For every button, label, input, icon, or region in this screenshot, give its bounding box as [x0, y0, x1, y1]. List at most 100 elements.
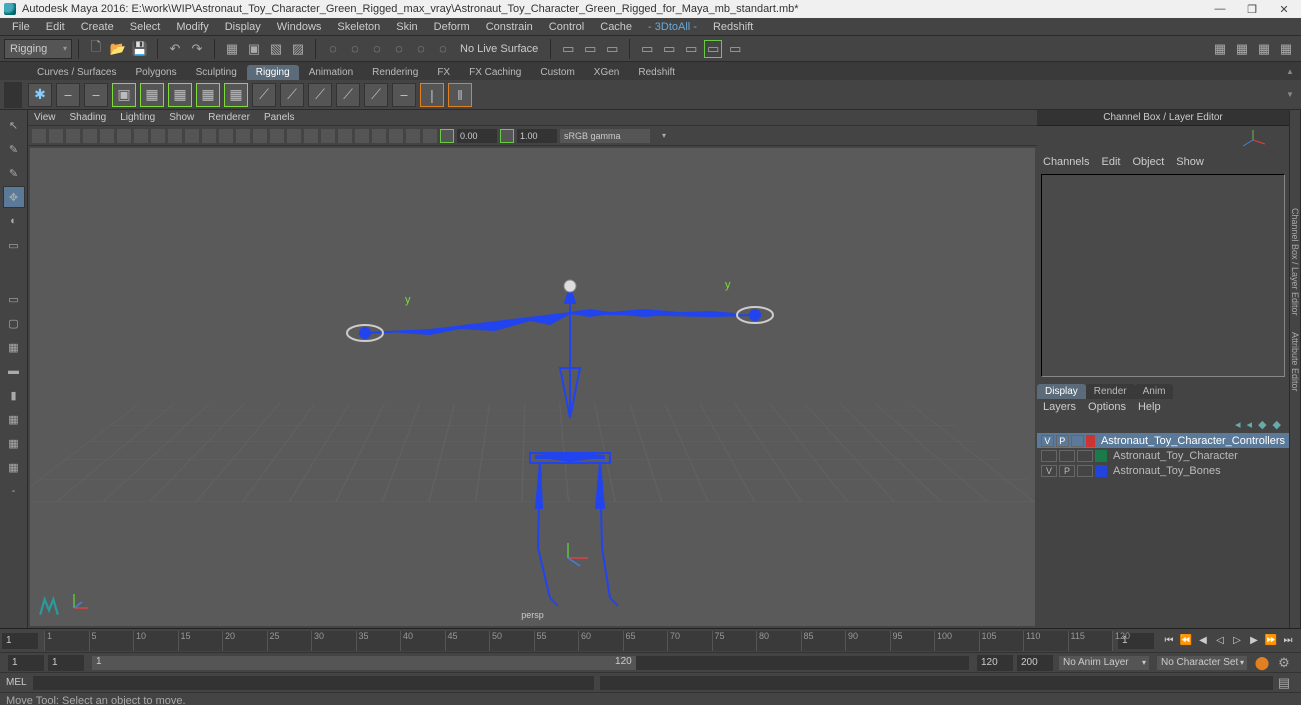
le-menu-layers[interactable]: Layers: [1043, 401, 1076, 413]
vp-isolate-icon[interactable]: [321, 129, 335, 143]
layer-visible-toggle[interactable]: V: [1041, 465, 1057, 477]
save-scene-icon[interactable]: 💾: [131, 40, 149, 58]
range-handle[interactable]: 1 120: [92, 656, 636, 670]
time-slider[interactable]: 1 15101520253035404550556065707580859095…: [0, 628, 1301, 652]
layer-type-toggle[interactable]: [1071, 435, 1084, 447]
shelf-joint-tool-icon[interactable]: ✱: [28, 83, 52, 107]
layer-tab-display[interactable]: Display: [1037, 384, 1086, 399]
rotate-tool-icon[interactable]: ◐: [3, 210, 25, 232]
layout-three-icon[interactable]: ▦: [3, 408, 25, 430]
shelf-create-ik-icon[interactable]: ▣: [112, 83, 136, 107]
workspace-selector[interactable]: Rigging: [4, 39, 72, 59]
shelf-tab-animation[interactable]: Animation: [300, 65, 362, 80]
open-scene-icon[interactable]: 📂: [109, 40, 127, 58]
go-end-icon[interactable]: ⏭: [1281, 634, 1295, 648]
layer-color-swatch[interactable]: [1095, 450, 1107, 462]
select-tool-icon[interactable]: ↖: [3, 114, 25, 136]
step-fwd-key-icon[interactable]: ⏩: [1264, 634, 1278, 648]
character-set-select[interactable]: No Character Set: [1157, 656, 1247, 670]
layout-single-icon[interactable]: ▢: [3, 312, 25, 334]
close-button[interactable]: ✕: [1277, 3, 1291, 16]
shelf-rigid-bind-icon[interactable]: ⟋: [280, 83, 304, 107]
vp-bookmark-icon[interactable]: [49, 129, 63, 143]
le-menu-help[interactable]: Help: [1138, 401, 1161, 413]
light-editor-icon[interactable]: ▭: [726, 40, 744, 58]
last-tool-icon[interactable]: ▭: [3, 288, 25, 310]
layout-persp-icon[interactable]: ▦: [3, 456, 25, 478]
shelf-cluster-icon[interactable]: ▦: [168, 83, 192, 107]
layout-two-v-icon[interactable]: ▮: [3, 384, 25, 406]
character-rig[interactable]: y y: [310, 268, 830, 626]
panel-layout4-icon[interactable]: ▦: [1277, 40, 1295, 58]
shelf-tab-curves[interactable]: Curves / Surfaces: [28, 65, 125, 80]
vp-safe-action-icon[interactable]: [202, 129, 216, 143]
vp-color-mgmt-select[interactable]: sRGB gamma: [560, 129, 650, 143]
redo-icon[interactable]: ↷: [188, 40, 206, 58]
lasso-tool-icon[interactable]: ✎: [3, 138, 25, 160]
layer-move-down-icon[interactable]: ◂: [1247, 418, 1253, 431]
layer-row[interactable]: V P Astronaut_Toy_Bones: [1037, 463, 1289, 478]
cmd-language-label[interactable]: MEL: [6, 677, 33, 688]
snap-toggle-icon[interactable]: ◌: [434, 40, 452, 58]
vp-field-chart-icon[interactable]: [185, 129, 199, 143]
play-fwd-icon[interactable]: ▷: [1230, 634, 1244, 648]
vp-menu-panels[interactable]: Panels: [264, 112, 295, 123]
layer-type-toggle[interactable]: [1077, 450, 1093, 462]
menu-edit[interactable]: Edit: [38, 21, 73, 33]
range-slider[interactable]: 1 120: [92, 656, 969, 670]
layer-playback-toggle[interactable]: P: [1059, 465, 1075, 477]
panel-layout1-icon[interactable]: ▦: [1211, 40, 1229, 58]
vp-gate-mask-icon[interactable]: [168, 129, 182, 143]
snap-plane-icon[interactable]: ◌: [390, 40, 408, 58]
select-hierarchy-icon[interactable]: ▦: [223, 40, 241, 58]
play-back-icon[interactable]: ◁: [1213, 634, 1227, 648]
layout-four-icon[interactable]: ▦: [3, 336, 25, 358]
hypershade-icon[interactable]: ▭: [682, 40, 700, 58]
channel-box-content[interactable]: [1041, 174, 1285, 377]
shelf-scroll-up-icon[interactable]: ▲: [1281, 62, 1299, 80]
step-back-icon[interactable]: ◀: [1196, 634, 1210, 648]
shelf-smooth-bind-icon[interactable]: ⟋: [252, 83, 276, 107]
shelf-tab-custom[interactable]: Custom: [531, 65, 583, 80]
menu-constrain[interactable]: Constrain: [478, 21, 541, 33]
layer-row[interactable]: Astronaut_Toy_Character: [1037, 448, 1289, 463]
layout-custom-icon[interactable]: -: [3, 480, 25, 502]
menu-display[interactable]: Display: [217, 21, 269, 33]
menu-redshift[interactable]: Redshift: [705, 21, 761, 33]
panel-layout2-icon[interactable]: ▦: [1233, 40, 1251, 58]
layer-name[interactable]: Astronaut_Toy_Character_Controllers: [1097, 435, 1285, 447]
menu-select[interactable]: Select: [122, 21, 169, 33]
vp-lights-icon[interactable]: [287, 129, 301, 143]
step-fwd-icon[interactable]: ▶: [1247, 634, 1261, 648]
time-start-field[interactable]: 1: [2, 633, 38, 649]
layer-tab-anim[interactable]: Anim: [1135, 384, 1174, 399]
vp-motion-blur-icon[interactable]: [389, 129, 403, 143]
vp-textured-icon[interactable]: [270, 129, 284, 143]
vp-menu-lighting[interactable]: Lighting: [120, 112, 155, 123]
layer-type-toggle[interactable]: [1077, 465, 1093, 477]
shelf-wrap-icon[interactable]: ▦: [224, 83, 248, 107]
side-tab-attreditor[interactable]: Attribute Editor: [1290, 324, 1300, 400]
viewcube-icon[interactable]: [1239, 128, 1267, 152]
vp-xray-joints-icon[interactable]: [355, 129, 369, 143]
layer-playback-toggle[interactable]: [1059, 450, 1075, 462]
scale-tool-icon[interactable]: ▭: [3, 234, 25, 256]
vp-safe-title-icon[interactable]: [219, 129, 233, 143]
shelf-ik-spline-icon[interactable]: ⎯: [84, 83, 108, 107]
menu-3dtoall[interactable]: - 3DtoAll -: [640, 21, 705, 33]
construction-history-icon[interactable]: ▭: [559, 40, 577, 58]
vp-res-gate-icon[interactable]: [151, 129, 165, 143]
vp-smooth-shade-icon[interactable]: [253, 129, 267, 143]
cmd-input[interactable]: [33, 676, 594, 690]
snap-curve-icon[interactable]: ◌: [346, 40, 364, 58]
vp-film-gate-icon[interactable]: [134, 129, 148, 143]
cb-menu-edit[interactable]: Edit: [1101, 156, 1120, 168]
menu-windows[interactable]: Windows: [269, 21, 330, 33]
menu-skeleton[interactable]: Skeleton: [329, 21, 388, 33]
shelf-constraint-orient-icon[interactable]: |: [420, 83, 444, 107]
live-surface-label[interactable]: No Live Surface: [454, 43, 544, 55]
layer-row[interactable]: V P Astronaut_Toy_Character_Controllers: [1037, 433, 1289, 448]
shelf-tab-sculpting[interactable]: Sculpting: [187, 65, 246, 80]
shelf-tab-fxcaching[interactable]: FX Caching: [460, 65, 530, 80]
vp-menu-show[interactable]: Show: [169, 112, 194, 123]
